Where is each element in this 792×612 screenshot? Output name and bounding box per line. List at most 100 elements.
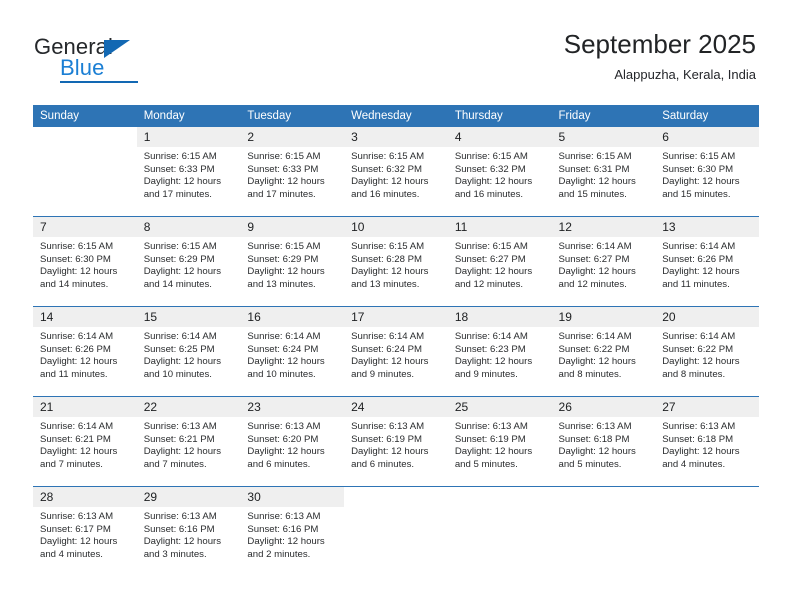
day-details: Sunrise: 6:13 AM Sunset: 6:17 PM Daylight:… [33,507,137,562]
daylight-duration-line2: and 13 minutes. [351,279,420,291]
calendar-day-cell[interactable]: 11 Sunrise: 6:15 AM Sunset: 6:27 PM Dayligh… [447,216,552,307]
calendar-day-cell[interactable]: 27 Sunrise: 6:13 AM Sunset: 6:18 PM Dayligh… [655,396,759,487]
calendar-day-cell[interactable]: 22 Sunrise: 6:13 AM Sunset: 6:21 PM Dayligh… [136,396,241,487]
calendar-day-cell[interactable]: 8 Sunrise: 6:15 AM Sunset: 6:29 PM Daylight… [136,216,241,307]
daylight-duration-line2: and 6 minutes. [247,459,311,471]
daylight-duration-line1: Daylight: 12 hours [247,176,325,188]
calendar-day-cell[interactable]: 6 Sunrise: 6:15 AM Sunset: 6:30 PM Daylight… [655,127,759,217]
day-details: Sunrise: 6:14 AM Sunset: 6:21 PM Daylight:… [33,417,137,472]
daylight-duration-line1: Daylight: 12 hours [143,176,222,188]
sunrise-time: Sunrise: 6:15 AM [662,151,736,162]
daylight-duration-line2: and 17 minutes. [247,189,316,201]
calendar-day-cell[interactable]: 7 Sunrise: 6:15 AM Sunset: 6:30 PM Daylight… [33,216,137,307]
title-block: September 2025 Alappuzha, Kerala, India [564,28,756,83]
day-cell-inner: 28 Sunrise: 6:13 AM Sunset: 6:17 PM Dayligh… [33,487,137,576]
day-number: 1 [136,127,241,147]
calendar-day-cell[interactable]: 12 Sunrise: 6:14 AM Sunset: 6:27 PM Dayligh… [551,216,656,307]
day-cell-inner: 22 Sunrise: 6:13 AM Sunset: 6:21 PM Dayligh… [136,397,241,486]
day-number: 4 [447,127,552,147]
daylight-duration-line2: and 4 minutes. [662,459,726,471]
day-details: Sunrise: 6:14 AM Sunset: 6:22 PM Daylight:… [552,327,656,382]
day-cell-inner: 26 Sunrise: 6:13 AM Sunset: 6:18 PM Dayligh… [551,397,656,486]
calendar-day-cell[interactable]: 4 Sunrise: 6:15 AM Sunset: 6:32 PM Daylight… [447,127,552,217]
daylight-duration-line2: and 2 minutes. [247,549,311,561]
sunrise-time: Sunrise: 6:14 AM [351,331,425,342]
day-cell-inner: 12 Sunrise: 6:14 AM Sunset: 6:27 PM Dayligh… [551,217,656,306]
daylight-duration-line2: and 16 minutes. [351,189,420,201]
calendar-day-cell[interactable]: 1 Sunrise: 6:15 AM Sunset: 6:33 PM Daylight… [136,127,241,217]
day-details: Sunrise: 6:14 AM Sunset: 6:26 PM Daylight:… [655,237,759,292]
daylight-duration-line1: Daylight: 12 hours [454,266,533,278]
day-number: 8 [136,217,241,237]
day-number [33,127,137,147]
calendar-day-cell[interactable]: 17 Sunrise: 6:14 AM Sunset: 6:24 PM Dayligh… [344,306,448,397]
daylight-duration-line2: and 12 minutes. [558,279,627,291]
calendar-day-cell[interactable]: 26 Sunrise: 6:13 AM Sunset: 6:18 PM Dayligh… [551,396,656,487]
daylight-duration-line2: and 8 minutes. [662,369,726,381]
calendar-week-row: 14 Sunrise: 6:14 AM Sunset: 6:26 PM Dayligh… [33,306,759,397]
day-cell-inner: 20 Sunrise: 6:14 AM Sunset: 6:22 PM Dayligh… [655,307,759,396]
daylight-duration-line1: Daylight: 12 hours [143,356,222,368]
day-cell-inner: 23 Sunrise: 6:13 AM Sunset: 6:20 PM Dayligh… [240,397,345,486]
calendar-day-cell[interactable]: 20 Sunrise: 6:14 AM Sunset: 6:22 PM Dayligh… [655,306,759,397]
calendar-day-cell[interactable]: 18 Sunrise: 6:14 AM Sunset: 6:23 PM Dayligh… [447,306,552,397]
daylight-duration-line1: Daylight: 12 hours [247,536,325,548]
day-cell-inner: 14 Sunrise: 6:14 AM Sunset: 6:26 PM Dayligh… [33,307,137,396]
sunset-time: Sunset: 6:29 PM [143,253,215,265]
calendar-day-cell[interactable]: 30 Sunrise: 6:13 AM Sunset: 6:16 PM Dayligh… [240,486,345,576]
calendar-day-cell[interactable]: 5 Sunrise: 6:15 AM Sunset: 6:31 PM Daylight… [551,127,656,217]
daylight-duration-line1: Daylight: 12 hours [558,446,636,458]
calendar-day-cell[interactable]: 9 Sunrise: 6:15 AM Sunset: 6:29 PM Daylight… [240,216,345,307]
daylight-duration-line2: and 14 minutes. [40,279,109,291]
day-details: Sunrise: 6:13 AM Sunset: 6:18 PM Daylight:… [552,417,656,472]
weekday-header-thursday: Thursday [447,105,552,127]
daylight-duration-line1: Daylight: 12 hours [454,176,533,188]
calendar-day-cell[interactable]: 19 Sunrise: 6:14 AM Sunset: 6:22 PM Dayligh… [551,306,656,397]
sunset-time: Sunset: 6:24 PM [247,343,319,355]
day-number [551,487,656,507]
sunrise-time: Sunrise: 6:13 AM [247,511,321,522]
sunset-time: Sunset: 6:32 PM [351,163,423,175]
day-cell-inner: 27 Sunrise: 6:13 AM Sunset: 6:18 PM Dayligh… [655,397,759,486]
brand-logo[interactable]: General Blue [34,34,184,86]
calendar-day-cell[interactable]: 16 Sunrise: 6:14 AM Sunset: 6:24 PM Dayligh… [240,306,345,397]
sunrise-time: Sunrise: 6:13 AM [40,511,114,522]
daylight-duration-line1: Daylight: 12 hours [454,356,533,368]
daylight-duration-line2: and 11 minutes. [662,279,730,291]
day-number: 15 [136,307,241,327]
calendar-day-cell[interactable]: 2 Sunrise: 6:15 AM Sunset: 6:33 PM Daylight… [240,127,345,217]
sunrise-time: Sunrise: 6:13 AM [558,421,632,432]
sunset-time: Sunset: 6:26 PM [40,343,111,355]
sunset-time: Sunset: 6:24 PM [351,343,423,355]
calendar-day-cell[interactable]: 23 Sunrise: 6:13 AM Sunset: 6:20 PM Dayligh… [240,396,345,487]
calendar-day-cell[interactable]: 29 Sunrise: 6:13 AM Sunset: 6:16 PM Dayligh… [136,486,241,576]
sunrise-time: Sunrise: 6:14 AM [662,331,736,342]
sunset-time: Sunset: 6:33 PM [143,163,215,175]
calendar-day-cell[interactable]: 3 Sunrise: 6:15 AM Sunset: 6:32 PM Daylight… [344,127,448,217]
sunrise-time: Sunrise: 6:15 AM [351,241,425,252]
day-cell-inner: 8 Sunrise: 6:15 AM Sunset: 6:29 PM Daylight… [136,217,241,306]
calendar-day-cell[interactable]: 14 Sunrise: 6:14 AM Sunset: 6:26 PM Dayligh… [33,306,137,397]
sunset-time: Sunset: 6:29 PM [247,253,319,265]
calendar-day-cell[interactable]: 21 Sunrise: 6:14 AM Sunset: 6:21 PM Dayligh… [33,396,137,487]
calendar-day-cell[interactable]: 15 Sunrise: 6:14 AM Sunset: 6:25 PM Dayligh… [136,306,241,397]
day-cell-inner: 6 Sunrise: 6:15 AM Sunset: 6:30 PM Daylight… [655,127,759,216]
calendar-day-cell[interactable]: 13 Sunrise: 6:14 AM Sunset: 6:26 PM Dayligh… [655,216,759,307]
day-number: 14 [33,307,137,327]
sunset-time: Sunset: 6:16 PM [143,523,215,535]
calendar-day-cell[interactable]: 10 Sunrise: 6:15 AM Sunset: 6:28 PM Dayligh… [344,216,448,307]
calendar-day-cell[interactable]: 28 Sunrise: 6:13 AM Sunset: 6:17 PM Dayligh… [33,486,137,576]
sunrise-time: Sunrise: 6:14 AM [454,331,528,342]
day-number: 6 [655,127,759,147]
day-details: Sunrise: 6:13 AM Sunset: 6:21 PM Daylight:… [137,417,241,472]
sunrise-time: Sunrise: 6:14 AM [143,331,217,342]
daylight-duration-line2: and 11 minutes. [40,369,108,381]
sunrise-time: Sunrise: 6:13 AM [143,511,217,522]
daylight-duration-line2: and 15 minutes. [662,189,731,201]
daylight-duration-line1: Daylight: 12 hours [40,356,118,368]
calendar-day-cell[interactable]: 25 Sunrise: 6:13 AM Sunset: 6:19 PM Dayligh… [447,396,552,487]
daylight-duration-line1: Daylight: 12 hours [662,176,740,188]
calendar-day-cell[interactable]: 24 Sunrise: 6:13 AM Sunset: 6:19 PM Dayligh… [344,396,448,487]
day-details: Sunrise: 6:15 AM Sunset: 6:33 PM Daylight:… [240,147,344,202]
day-cell-inner [33,127,137,216]
